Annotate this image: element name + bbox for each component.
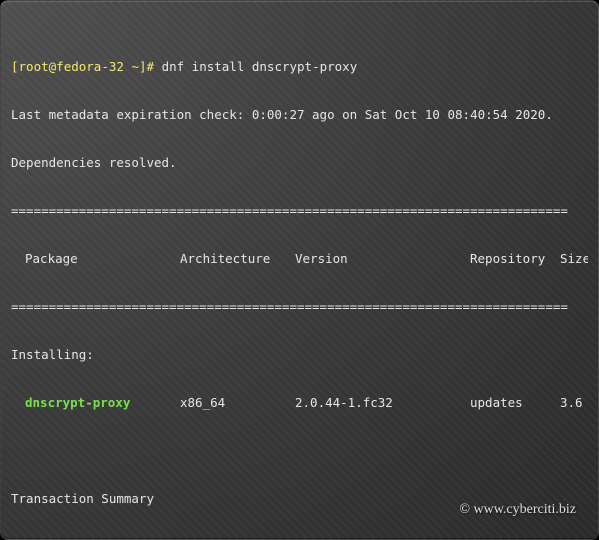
pkg-repo: updates (470, 395, 560, 411)
package-row: dnscrypt-proxy x86_64 2.0.44-1.fc32 upda… (11, 395, 588, 411)
installing-section: Installing: (11, 347, 588, 363)
table-header: Package Architecture Version Repository … (11, 251, 588, 267)
hdr-repo: Repository (470, 251, 560, 267)
pkg-name: dnscrypt-proxy (25, 395, 180, 411)
hdr-package: Package (25, 251, 180, 267)
hdr-arch: Architecture (180, 251, 295, 267)
blank (11, 443, 588, 459)
prompt-line: [root@fedora-32 ~]# dnf install dnscrypt… (11, 59, 588, 75)
pkg-arch: x86_64 (180, 395, 295, 411)
watermark: © www.cyberciti.biz (459, 501, 576, 519)
hdr-version: Version (295, 251, 470, 267)
deps-resolved: Dependencies resolved. (11, 155, 588, 171)
pkg-size: 3.6 M (560, 395, 588, 411)
metadata-line: Last metadata expiration check: 0:00:27 … (11, 107, 588, 123)
pkg-version: 2.0.44-1.fc32 (295, 395, 470, 411)
rule: ========================================… (11, 203, 588, 219)
rule: ========================================… (11, 299, 588, 315)
hdr-size: Size (560, 251, 588, 267)
terminal-output[interactable]: [root@fedora-32 ~]# dnf install dnscrypt… (11, 11, 588, 529)
